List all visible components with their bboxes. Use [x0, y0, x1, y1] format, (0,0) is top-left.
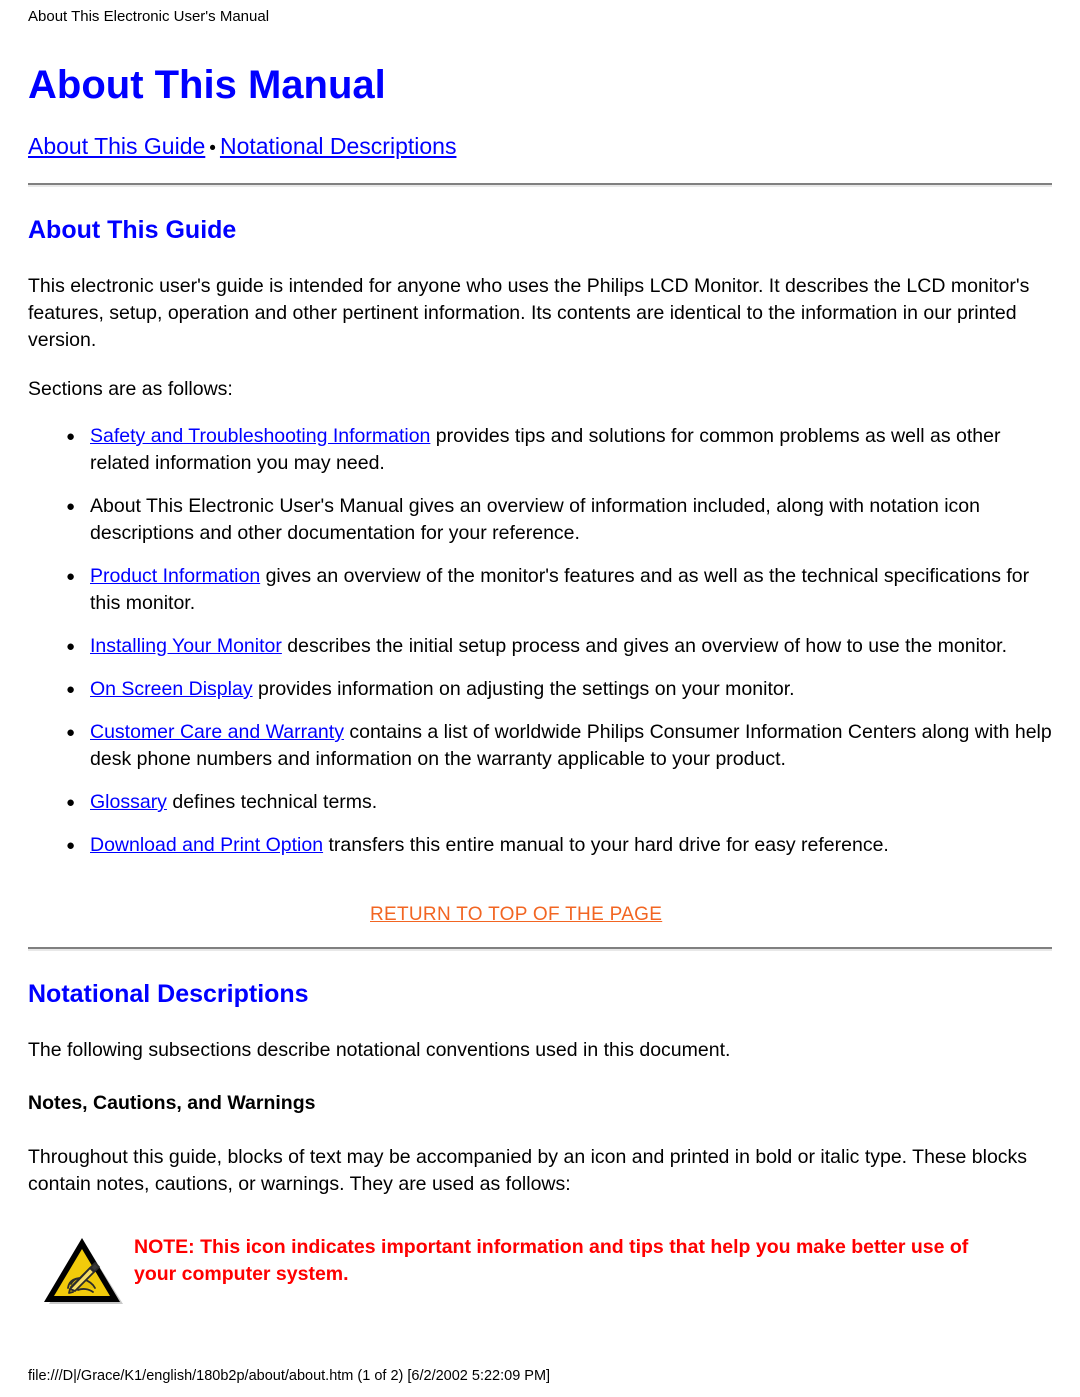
breadcrumb: About This Guide • Notational Descriptions	[28, 132, 1052, 163]
list-item: On Screen Display provides information o…	[28, 675, 1052, 704]
note-warning-triangle-icon	[38, 1232, 126, 1310]
running-header: About This Electronic User's Manual	[28, 8, 270, 25]
list-item-link[interactable]: Safety and Troubleshooting Information	[90, 425, 430, 447]
note-callout: NOTE: This icon indicates important info…	[28, 1230, 1052, 1310]
list-item: Installing Your Monitor describes the in…	[28, 632, 1052, 661]
divider-top	[28, 183, 1052, 187]
notational-intro-paragraph: The following subsections describe notat…	[28, 1039, 731, 1061]
list-item-link[interactable]: Glossary	[90, 791, 167, 813]
section-heading-about-this-guide: About This Guide	[28, 216, 237, 244]
list-item: Glossary defines technical terms.	[28, 788, 1052, 817]
document-page: About This Electronic User's Manual Abou…	[0, 0, 1080, 1397]
list-item: Safety and Troubleshooting Information p…	[28, 422, 1052, 477]
nav-separator: •	[209, 138, 216, 159]
nav-link-notational-descriptions[interactable]: Notational Descriptions	[220, 133, 457, 159]
return-to-top-wrapper: RETURN TO TOP OF THE PAGE	[28, 903, 1052, 927]
list-item: Customer Care and Warranty contains a li…	[28, 718, 1052, 773]
notational-body-paragraph: Throughout this guide, blocks of text ma…	[28, 1146, 1028, 1195]
return-to-top-link[interactable]: RETURN TO TOP OF THE PAGE	[370, 904, 662, 925]
divider-middle	[28, 947, 1052, 951]
section-list: Safety and Troubleshooting Information p…	[28, 422, 1052, 860]
list-item-link[interactable]: Installing Your Monitor	[90, 635, 282, 657]
list-item: Download and Print Option transfers this…	[28, 831, 1052, 860]
list-item: About This Electronic User's Manual give…	[28, 492, 1052, 547]
about-guide-intro-paragraph: This electronic user's guide is intended…	[28, 275, 1030, 351]
list-item-text: provides information on adjusting the se…	[252, 678, 795, 700]
list-item-link[interactable]: Product Information	[90, 565, 260, 587]
subsection-heading-notes-cautions-warnings: Notes, Cautions, and Warnings	[28, 1092, 316, 1114]
footer-file-path: file:///D|/Grace/K1/english/180b2p/about…	[28, 1368, 551, 1384]
list-item-link[interactable]: Download and Print Option	[90, 834, 323, 856]
document-content: About This Manual About This Guide • Notat…	[28, 62, 1052, 1310]
list-item-text: transfers this entire manual to your har…	[323, 834, 889, 856]
list-item-text: describes the initial setup process and …	[281, 635, 1008, 657]
list-item-text: defines technical terms.	[166, 791, 378, 813]
sections-lead-text: Sections are as follows:	[28, 378, 233, 400]
list-item-text: About This Electronic User's Manual give…	[90, 495, 981, 544]
list-item: Product Information gives an overview of…	[28, 562, 1052, 617]
note-callout-text: NOTE: This icon indicates important info…	[134, 1236, 969, 1285]
nav-link-about-this-guide[interactable]: About This Guide	[28, 133, 205, 159]
page-title: About This Manual	[28, 63, 386, 107]
list-item-link[interactable]: On Screen Display	[90, 678, 253, 700]
list-item-link[interactable]: Customer Care and Warranty	[90, 721, 344, 743]
section-heading-notational-descriptions: Notational Descriptions	[28, 980, 309, 1008]
